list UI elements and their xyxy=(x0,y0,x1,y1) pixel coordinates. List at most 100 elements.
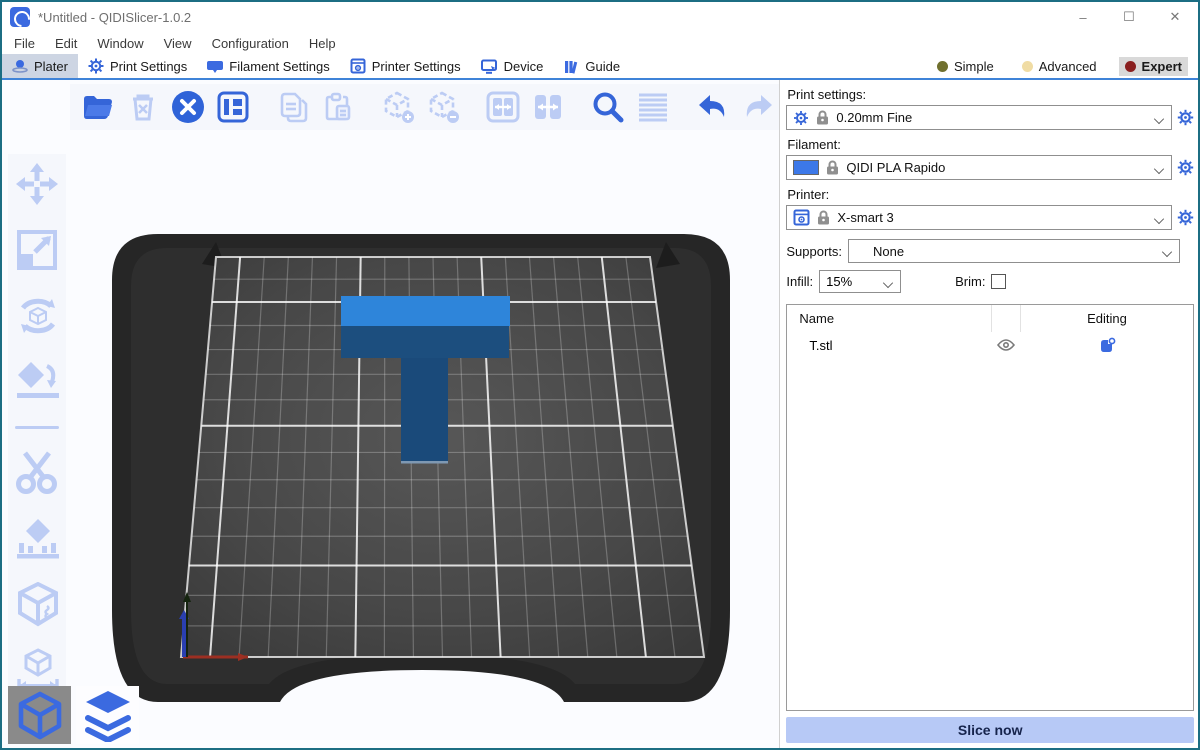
menu-file[interactable]: File xyxy=(4,36,45,51)
tab-printer-settings[interactable]: Printer Settings xyxy=(340,54,471,78)
redo-button[interactable] xyxy=(740,89,776,125)
layer-height-icon xyxy=(637,92,669,122)
filament-combo[interactable]: QIDI PLA Rapido xyxy=(786,155,1172,180)
copy-button[interactable] xyxy=(275,89,311,125)
close-button[interactable]: ✕ xyxy=(1152,2,1198,32)
editor-view-button[interactable] xyxy=(8,686,71,744)
menu-window[interactable]: Window xyxy=(87,36,153,51)
delete-all-icon xyxy=(171,90,205,124)
search-icon xyxy=(592,91,624,123)
editing-button[interactable] xyxy=(1021,337,1193,354)
device-monitor-icon xyxy=(481,59,498,74)
open-project-button[interactable] xyxy=(80,89,116,125)
infill-label: Infill: xyxy=(786,274,813,289)
split-objects-button[interactable] xyxy=(485,89,521,125)
tab-print-settings[interactable]: Print Settings xyxy=(78,54,197,78)
split-parts-button[interactable] xyxy=(530,89,566,125)
move-tool[interactable] xyxy=(15,162,59,206)
mode-advanced[interactable]: Advanced xyxy=(1016,57,1103,76)
menu-edit[interactable]: Edit xyxy=(45,36,87,51)
tab-filament-settings[interactable]: Filament Settings xyxy=(197,54,339,78)
minimize-button[interactable]: – xyxy=(1060,2,1106,32)
tab-guide[interactable]: Guide xyxy=(553,54,630,78)
print-settings-value: 0.20mm Fine xyxy=(836,110,1148,125)
lock-icon xyxy=(817,210,830,225)
seam-tool[interactable] xyxy=(15,583,59,627)
object-name: T.stl xyxy=(787,338,991,353)
delete-all-button[interactable] xyxy=(170,89,206,125)
move-icon xyxy=(15,162,59,206)
copy-icon xyxy=(278,91,308,123)
eye-icon xyxy=(997,339,1015,351)
scale-icon xyxy=(15,228,59,272)
supports-value: None xyxy=(855,244,1156,259)
tab-plater[interactable]: Plater xyxy=(2,54,78,78)
top-toolbar xyxy=(70,84,779,130)
remove-instance-button[interactable] xyxy=(425,89,461,125)
printer-label: Printer: xyxy=(787,187,1194,202)
undo-button[interactable] xyxy=(695,89,731,125)
cut-tool[interactable] xyxy=(15,451,59,495)
maximize-button[interactable]: ☐ xyxy=(1106,2,1152,32)
paste-icon xyxy=(323,91,353,123)
supports-combo[interactable]: None xyxy=(848,239,1180,263)
editing-icon xyxy=(1099,337,1116,354)
arrange-button[interactable] xyxy=(215,89,251,125)
menu-view[interactable]: View xyxy=(154,36,202,51)
guide-books-icon xyxy=(563,59,579,74)
redo-arrow-icon xyxy=(741,92,775,122)
filament-gear-button[interactable] xyxy=(1176,159,1194,177)
left-toolbar xyxy=(8,154,66,701)
printer-value: X-smart 3 xyxy=(837,210,1148,225)
chevron-down-icon xyxy=(884,279,894,285)
chevron-down-icon xyxy=(1155,115,1165,121)
qidislicer-window: *Untitled - QIDISlicer-1.0.2 – ☐ ✕ File … xyxy=(0,0,1200,750)
variable-layer-height-button[interactable] xyxy=(635,89,671,125)
visibility-column-header xyxy=(991,305,1021,332)
paste-button[interactable] xyxy=(320,89,356,125)
slice-now-button[interactable]: Slice now xyxy=(786,717,1194,743)
print-settings-gear-button[interactable] xyxy=(1176,109,1194,127)
brim-label: Brim: xyxy=(955,274,985,289)
name-column-header: Name xyxy=(787,311,991,326)
remove-instance-icon xyxy=(426,90,460,124)
print-settings-combo[interactable]: 0.20mm Fine xyxy=(786,105,1172,130)
tabbar: Plater Print Settings Filament Settings … xyxy=(2,54,1198,80)
tab-device[interactable]: Device xyxy=(471,54,554,78)
menu-help[interactable]: Help xyxy=(299,36,346,51)
printer-icon xyxy=(793,209,810,226)
infill-combo[interactable]: 15% xyxy=(819,270,901,293)
visibility-toggle[interactable] xyxy=(991,332,1021,358)
simple-dot-icon xyxy=(937,61,948,72)
place-on-face-tool[interactable] xyxy=(15,360,59,404)
titlebar: *Untitled - QIDISlicer-1.0.2 – ☐ ✕ xyxy=(2,2,1198,32)
scale-tool[interactable] xyxy=(15,228,59,272)
rotate-tool[interactable] xyxy=(15,294,59,338)
menu-configuration[interactable]: Configuration xyxy=(202,36,299,51)
mode-expert[interactable]: Expert xyxy=(1119,57,1188,76)
object-list: Name Editing T.stl xyxy=(786,304,1194,711)
view-toggle xyxy=(8,686,139,744)
seam-icon xyxy=(15,582,59,628)
printer-gear-button[interactable] xyxy=(1176,209,1194,227)
printer-combo[interactable]: X-smart 3 xyxy=(786,205,1172,230)
brim-checkbox[interactable] xyxy=(991,274,1006,289)
mode-simple[interactable]: Simple xyxy=(931,57,1000,76)
menubar: File Edit Window View Configuration Help xyxy=(2,32,1198,54)
trash-icon xyxy=(129,92,157,122)
3d-viewport[interactable] xyxy=(2,80,779,748)
paint-supports-tool[interactable] xyxy=(15,517,59,561)
filament-icon xyxy=(207,59,223,74)
delete-button[interactable] xyxy=(125,89,161,125)
build-plate-scene xyxy=(2,80,779,748)
paint-supports-icon xyxy=(15,517,59,561)
filament-value: QIDI PLA Rapido xyxy=(846,160,1148,175)
window-title: *Untitled - QIDISlicer-1.0.2 xyxy=(38,10,191,25)
expert-dot-icon xyxy=(1125,61,1136,72)
preview-view-button[interactable] xyxy=(76,686,139,744)
object-row[interactable]: T.stl xyxy=(787,332,1193,358)
rotate-icon xyxy=(15,294,59,338)
add-instance-button[interactable] xyxy=(380,89,416,125)
printer-icon xyxy=(350,58,366,74)
search-button[interactable] xyxy=(590,89,626,125)
